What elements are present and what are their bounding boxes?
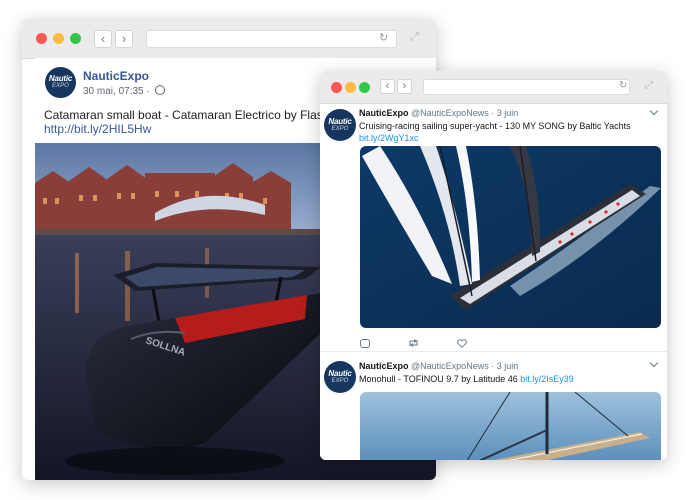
url-bar[interactable]: [423, 79, 630, 95]
logo-subtext: EXPO: [331, 378, 349, 384]
tweet-image[interactable]: [360, 392, 661, 460]
tweet-text-body: Monohull - TOFINOU 9.7 by Latitude 46: [359, 374, 518, 384]
title-bar: ‹ › ↻ ⤢: [320, 71, 667, 104]
tweet-text: Cruising-racing sailing super-yacht - 13…: [359, 121, 631, 131]
sailboat-photo: [360, 392, 661, 460]
title-bar: ‹ › ↻ ⤢: [22, 19, 436, 59]
reload-icon[interactable]: ↻: [619, 80, 627, 91]
back-icon[interactable]: ‹: [380, 79, 395, 94]
logo-subtext: EXPO: [52, 83, 69, 89]
logo-text: Nautic: [48, 74, 73, 83]
tweet-author-name[interactable]: NauticExpo: [359, 108, 409, 118]
back-icon[interactable]: ‹: [94, 30, 112, 48]
logo-text: Nautic: [328, 117, 352, 126]
expand-icon[interactable]: ⤢: [410, 31, 419, 44]
tweet-text: Monohull - TOFINOU 9.7 by Latitude 46 bi…: [359, 374, 574, 384]
tweet-image[interactable]: [360, 146, 661, 328]
page-avatar[interactable]: Nautic EXPO: [45, 67, 76, 98]
caret-icon[interactable]: [649, 358, 659, 368]
tweet-feed: Nautic EXPO NauticExpo @NauticExpoNews ·…: [320, 104, 667, 460]
caret-icon[interactable]: [649, 106, 659, 116]
tweet-author-name[interactable]: NauticExpo: [359, 361, 409, 371]
tweet-header: NauticExpo @NauticExpoNews · 3 juin: [359, 361, 518, 371]
tweet-actions: [360, 339, 490, 351]
tweet[interactable]: Nautic EXPO NauticExpo @NauticExpoNews ·…: [320, 104, 667, 352]
minimize-dot[interactable]: [53, 33, 64, 44]
post-date[interactable]: 30 mai, 07:35 ·: [83, 86, 150, 97]
tweet-avatar[interactable]: Nautic EXPO: [324, 361, 356, 393]
tweet-header: NauticExpo @NauticExpoNews · 3 juin: [359, 108, 518, 118]
retweet-icon[interactable]: [408, 339, 419, 347]
reload-icon[interactable]: ↻: [379, 31, 388, 44]
post-meta: 30 mai, 07:35 ·: [83, 85, 165, 97]
close-dot[interactable]: [331, 82, 342, 93]
tweet-handle[interactable]: @NauticExpoNews: [411, 361, 489, 371]
page-name[interactable]: NauticExpo: [83, 69, 149, 83]
logo-text: Nautic: [328, 369, 352, 378]
yacht-photo: [360, 146, 661, 328]
tweet-separator: ·: [491, 108, 495, 118]
tweet-date[interactable]: 3 juin: [497, 108, 519, 118]
tweet-handle[interactable]: @NauticExpoNews: [411, 108, 489, 118]
tweet-avatar[interactable]: Nautic EXPO: [324, 109, 356, 141]
twitter-browser-window: ‹ › ↻ ⤢ Nautic EXPO NauticExpo @NauticEx…: [320, 71, 667, 460]
close-dot[interactable]: [36, 33, 47, 44]
like-icon[interactable]: [457, 339, 467, 348]
url-bar[interactable]: [146, 30, 397, 48]
tweet[interactable]: Nautic EXPO NauticExpo @NauticExpoNews ·…: [320, 352, 667, 460]
tweet-link[interactable]: bit.ly/2WgY1xc: [359, 133, 419, 143]
post-link[interactable]: http://bit.ly/2HIL5Hw: [44, 122, 151, 136]
logo-subtext: EXPO: [331, 126, 349, 132]
forward-icon[interactable]: ›: [115, 30, 133, 48]
minimize-dot[interactable]: [345, 82, 356, 93]
globe-icon: [154, 85, 165, 95]
maximize-dot[interactable]: [70, 33, 81, 44]
tweet-link[interactable]: bit.ly/2IsEy39: [520, 374, 574, 384]
tweet-date[interactable]: 3 juin: [497, 361, 519, 371]
expand-icon[interactable]: ⤢: [645, 80, 653, 91]
forward-icon[interactable]: ›: [397, 79, 412, 94]
maximize-dot[interactable]: [359, 82, 370, 93]
reply-icon[interactable]: [360, 339, 370, 348]
tweet-separator: ·: [491, 361, 495, 371]
